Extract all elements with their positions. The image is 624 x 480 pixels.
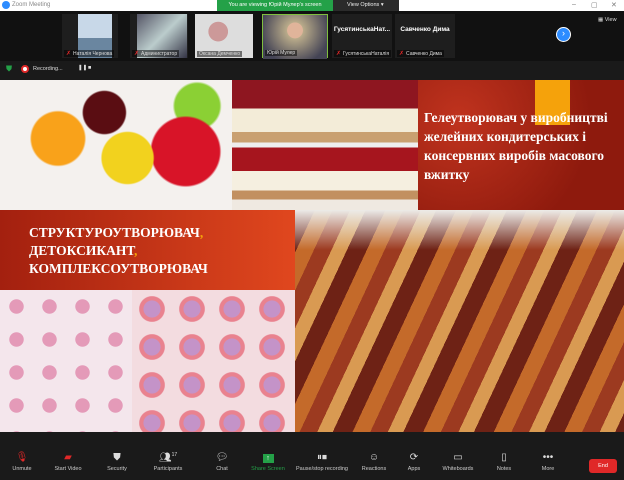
chat-label: Chat xyxy=(216,466,228,472)
muted-mic-icon: ✗ xyxy=(134,51,140,57)
share-screen-label: Share Screen xyxy=(251,466,285,472)
participant-display-name: ГусятинськаНат... xyxy=(333,26,391,33)
view-options-button[interactable]: View Options ▾ xyxy=(333,0,399,11)
muted-mic-icon: ✗ xyxy=(399,51,405,57)
start-video-label: Start Video xyxy=(54,466,82,472)
muted-mic-icon: 🎙︎ xyxy=(15,452,29,463)
notes-label: Notes xyxy=(496,466,512,472)
comma: , xyxy=(134,243,138,258)
share-screen-icon: ↑ xyxy=(262,454,274,463)
pastila-cones-photo xyxy=(295,210,624,432)
shared-screen-slide: Гелеутворювач у виробництві желейних кон… xyxy=(0,80,624,432)
security-shield-icon[interactable]: ⛊ xyxy=(6,64,12,74)
chat-button[interactable]: 💬︎ Chat xyxy=(197,452,247,472)
window-title: Zoom Meeting xyxy=(12,2,51,8)
pause-recording-label: Pause/stop recording xyxy=(296,466,348,472)
shield-icon: ⛊ xyxy=(113,452,121,463)
apps-label: Apps xyxy=(407,466,421,472)
chat-icon: 💬︎ xyxy=(215,452,229,463)
notes-button[interactable]: ▯ Notes xyxy=(479,452,529,472)
viewing-banner: You are viewing Юрій Мулер's screen xyxy=(217,0,333,11)
participant-name: Юрій Мулер xyxy=(267,50,296,56)
minimize-button[interactable]: – xyxy=(572,1,576,8)
start-video-button[interactable]: ▰ Start Video xyxy=(43,452,93,472)
view-button[interactable]: ▦ View xyxy=(598,17,617,23)
security-label: Security xyxy=(107,466,127,472)
muted-mic-icon: ✗ xyxy=(336,51,342,57)
property-3: КОМПЛЕКСОУТВОРЮВАЧ xyxy=(29,261,208,276)
muted-mic-icon: ✗ xyxy=(66,51,72,57)
participant-tile[interactable]: Оксана Демченко xyxy=(195,14,253,58)
video-off-icon: ▰ xyxy=(64,452,72,463)
participant-tile[interactable]: Савченко Дима ✗ Савченко Дима xyxy=(395,14,455,58)
reactions-label: Reactions xyxy=(361,466,387,472)
meeting-toolbar: 🎙︎ Unmute ▰ Start Video ⛊ Security 👥︎17 Part… xyxy=(0,440,624,480)
share-screen-button[interactable]: ↑ Share Screen xyxy=(243,452,293,472)
pause-stop-recording-button[interactable]: ⏸︎⏹︎ Pause/stop recording xyxy=(291,452,353,472)
participant-display-name: Савченко Дима xyxy=(400,26,450,33)
view-options-label: View Options xyxy=(347,2,380,8)
pause-recording-icon[interactable]: ❚❚ xyxy=(78,65,87,71)
title-panel: Гелеутворювач у виробництві желейних кон… xyxy=(418,80,624,210)
status-row: ⛊ Recording... ❚❚ ■ xyxy=(0,61,624,79)
notes-icon: ▯ xyxy=(501,452,507,463)
maximize-button[interactable]: ▢ xyxy=(591,1,598,9)
comma: , xyxy=(199,225,204,240)
recording-label: Recording... xyxy=(33,66,63,72)
unmute-button[interactable]: 🎙︎ Unmute xyxy=(0,452,47,472)
participant-name: ГусятинськаНаталія xyxy=(343,51,390,57)
zoom-logo-icon xyxy=(2,1,10,9)
participant-name: Савченко Дима xyxy=(406,51,442,57)
property-1: СТРУКТУРОУТВОРЮВАЧ xyxy=(29,225,200,240)
participants-button[interactable]: 👥︎17 Participants xyxy=(143,452,193,472)
stop-recording-icon[interactable]: ■ xyxy=(88,65,91,71)
properties-band: СТРУКТУРОУТВОРЮВАЧ, ДЕТОКСИКАНТ, КОМПЛЕК… xyxy=(0,210,295,290)
more-button[interactable]: ••• More xyxy=(523,452,573,472)
close-button[interactable]: ✕ xyxy=(611,1,617,9)
whiteboards-label: Whiteboards xyxy=(442,466,474,472)
participant-tile[interactable]: ГусятинськаНат... ✗ ГусятинськаНаталія xyxy=(332,14,392,58)
whiteboard-icon: ▭ xyxy=(453,452,463,463)
participants-icon: 👥︎17 xyxy=(158,452,178,464)
slide-title: Гелеутворювач у виробництві желейних кон… xyxy=(424,110,608,182)
whiteboards-button[interactable]: ▭ Whiteboards xyxy=(433,452,483,472)
pause-stop-icon: ⏸︎⏹︎ xyxy=(317,452,327,463)
participants-label: Participants xyxy=(153,466,183,472)
view-label: View xyxy=(604,17,617,23)
apps-button[interactable]: ⟳ Apps xyxy=(389,452,439,472)
participants-count: 17 xyxy=(171,452,178,458)
more-label: More xyxy=(541,466,555,472)
unmute-label: Unmute xyxy=(12,466,32,472)
pink-meringue-photo xyxy=(0,290,132,432)
participant-name: Администратор xyxy=(141,51,178,57)
jelly-photo xyxy=(0,80,232,210)
property-2: ДЕТОКСИКАНТ xyxy=(29,243,135,258)
participant-tile-active[interactable]: Юрій Мулер xyxy=(262,14,328,59)
recording-icon xyxy=(21,65,29,73)
end-meeting-button[interactable]: End xyxy=(589,459,617,473)
participant-name: Оксана Демченко xyxy=(199,51,241,57)
more-icon: ••• xyxy=(542,452,554,463)
participant-tile[interactable]: ✗ Администратор xyxy=(130,14,188,58)
apps-icon: ⟳ xyxy=(409,452,419,463)
security-button[interactable]: ⛊ Security xyxy=(92,452,142,472)
cakes-photo xyxy=(232,80,418,210)
participant-tile[interactable]: ✗ Наталія Чернова xyxy=(62,14,118,58)
next-page-button[interactable]: › xyxy=(556,27,571,42)
meringue-mix-photo xyxy=(132,290,295,432)
participant-name: Наталія Чернова xyxy=(73,51,113,57)
